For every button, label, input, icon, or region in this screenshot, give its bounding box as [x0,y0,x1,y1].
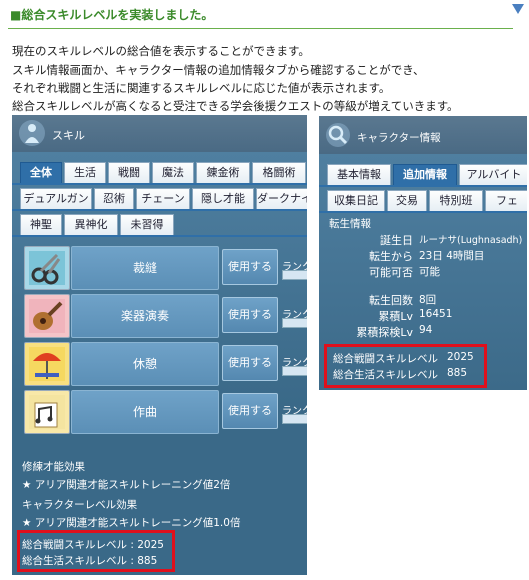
divider [8,28,513,29]
tab-collection-diary[interactable]: 収集日記 [327,190,385,211]
page-title: ■総合スキルレベルを実装しました。 [10,8,214,22]
tab-alchemy[interactable]: 錬金術 [196,162,250,183]
skill-row-instrument: 楽器演奏 使用する ランクF [24,294,307,338]
tab-trade[interactable]: 交易 [387,190,427,211]
skill-name[interactable]: 休憩 [71,342,219,386]
skill-name[interactable]: 作曲 [71,390,219,434]
since-rebirth-label: 転生から [369,250,413,263]
rank-bar [282,270,307,280]
tab-dual-gun[interactable]: デュアルガン [20,188,92,209]
tab-unlearned[interactable]: 未習得 [120,214,174,235]
talent-effect-text: ★ アリア関連才能スキルトレーニング値2倍 [22,479,231,491]
use-skill-button[interactable]: 使用する [222,249,278,285]
cumulative-level-label: 累積Lv [378,310,413,323]
rank-bar [282,318,307,328]
tab-divine[interactable]: 神聖 [20,214,62,235]
rebirth-count-label: 転生回数 [369,294,413,307]
tab-divider [319,185,527,187]
beach-umbrella-icon [24,342,70,386]
tab-divider [12,183,307,185]
availability-value: 可能 [419,266,440,278]
use-skill-button[interactable]: 使用する [222,297,278,333]
tab-all[interactable]: 全体 [20,162,62,183]
birthday-value: ルーナサ(Lughnasadh) [419,235,523,246]
skill-window: スキル 全体 生活 戦闘 魔法 錬金術 格闘術 デュアルガン 忍術 チェーン 隠… [12,115,307,575]
intro-line-1: 現在のスキルレベルの総合値を表示することができます。 [12,44,310,58]
highlight-box [324,344,487,388]
tab-divider [319,211,527,213]
highlight-box [17,530,175,572]
skill-row-tailoring: 裁縫 使用する ランク1 [24,246,307,290]
skill-name[interactable]: 裁縫 [71,246,219,290]
rank-bar [282,414,307,424]
tab-chain[interactable]: チェーン [136,188,190,209]
lute-icon [24,294,70,338]
tab-more[interactable]: フェ [485,190,527,211]
character-silhouette-icon [19,120,45,146]
tab-ninjutsu[interactable]: 忍術 [94,188,134,209]
tab-transformation[interactable]: 異神化 [64,214,118,235]
skill-window-title: スキル [52,129,85,142]
tab-basic-info[interactable]: 基本情報 [327,164,391,185]
tab-divider [12,235,307,237]
intro-line-4: 総合スキルレベルが高くなると受注できる学会後援クエストの等級が増えていきます。 [12,99,459,113]
rebirth-info-heading: 転生情報 [329,218,371,230]
rank-bar [282,366,307,376]
availability-label: 可能可否 [369,266,413,279]
rebirth-count-value: 8回 [419,294,437,306]
tab-special-squad[interactable]: 特別班 [429,190,483,211]
tab-divider [12,209,307,211]
magnifier-icon [326,123,350,147]
birthday-label: 誕生日 [380,234,413,247]
tab-combat[interactable]: 戦闘 [108,162,150,183]
skill-row-rest: 休憩 使用する ランク1 [24,342,307,386]
exploration-level-label: 累積探検Lv [356,326,413,339]
tab-additional-info[interactable]: 追加情報 [393,164,457,185]
skill-name[interactable]: 楽器演奏 [71,294,219,338]
tab-part-time-job[interactable]: アルバイト [459,164,527,185]
skill-window-body: 全体 生活 戦闘 魔法 錬金術 格闘術 デュアルガン 忍術 チェーン 隠し才能 … [12,152,307,575]
use-skill-button[interactable]: 使用する [222,393,278,429]
skill-row-composition: 作曲 使用する ランクF [24,390,307,434]
cumulative-level-value: 16451 [419,308,453,320]
intro-line-3: それぞれ戦闘と生活に関連するスキルレベルに応じた値が表示されます。 [12,81,391,95]
since-rebirth-value: 23日 4時間目 [419,250,485,262]
skill-titlebar[interactable]: スキル [12,115,307,152]
exploration-level-value: 94 [419,324,433,336]
character-titlebar[interactable]: キャラクター情報 [319,116,527,154]
music-score-icon [24,390,70,434]
level-effect-text: ★ アリア関連才能スキルトレーニング値1.0倍 [22,517,241,529]
talent-effect-heading: 修練才能効果 [22,461,85,473]
scissors-icon [24,246,70,290]
tab-dark-knight[interactable]: ダークナイ [256,188,307,209]
collapse-arrow-icon[interactable] [512,4,524,14]
tab-life[interactable]: 生活 [64,162,106,183]
tab-hidden-talent[interactable]: 隠し才能 [192,188,254,209]
character-window-title: キャラクター情報 [357,132,441,144]
use-skill-button[interactable]: 使用する [222,345,278,381]
level-effect-heading: キャラクターレベル効果 [22,499,138,511]
intro-line-2: スキル情報画面か、キャラクター情報の追加情報タブから確認することができ、 [12,63,425,77]
tab-magic[interactable]: 魔法 [152,162,194,183]
tab-martial-arts[interactable]: 格闘術 [252,162,306,183]
